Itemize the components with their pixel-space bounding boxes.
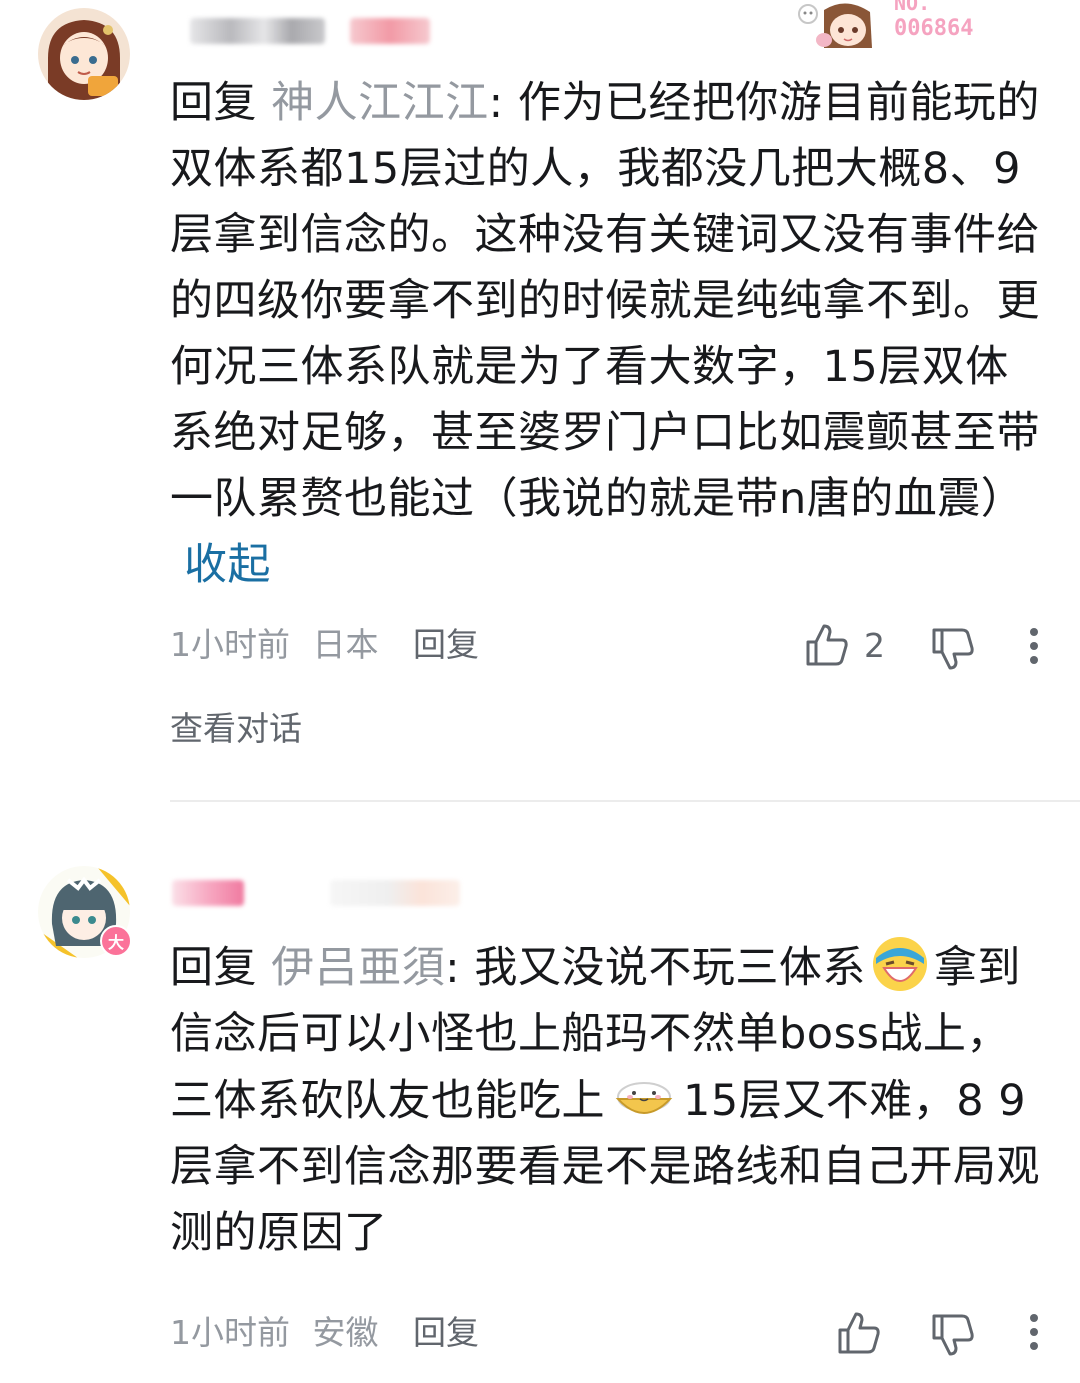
laughing-cry-emoji-icon bbox=[872, 937, 927, 991]
ip-location: 安徽 bbox=[312, 1313, 379, 1352]
thumbs-up-icon bbox=[838, 1312, 880, 1354]
more-vertical-icon bbox=[1030, 1314, 1038, 1350]
dislike-button[interactable] bbox=[930, 1312, 976, 1358]
like-button[interactable] bbox=[836, 1310, 882, 1356]
user-tag-blurred bbox=[330, 880, 460, 906]
username-blurred[interactable] bbox=[172, 880, 244, 906]
reply-prefix: 回复 bbox=[170, 943, 272, 993]
comment-body-part1: : 我又没说不玩三体系 bbox=[445, 943, 866, 993]
reply-target-user[interactable]: 伊吕亜須 bbox=[271, 943, 445, 993]
comment-text: 回复 伊吕亜須: 我又没说不玩三体系 拿到信念后可以小怪也上船玛不然单boss战… bbox=[170, 934, 1050, 1266]
rice-bowl-emoji-icon bbox=[615, 1082, 673, 1114]
comment-meta: 1小时前 安徽 回复 bbox=[170, 1308, 479, 1358]
timestamp: 1小时前 bbox=[170, 1313, 290, 1352]
level-badge: 大 bbox=[100, 925, 132, 957]
reply-button[interactable]: 回复 bbox=[413, 1313, 479, 1352]
more-options-button[interactable] bbox=[1024, 1312, 1044, 1352]
comment-2: 大 回复 伊吕亜須: 我又没说不玩三体系 拿到信念后可以小怪也上船玛不然单bos… bbox=[0, 0, 1080, 1383]
thumbs-down-icon bbox=[932, 1314, 974, 1356]
